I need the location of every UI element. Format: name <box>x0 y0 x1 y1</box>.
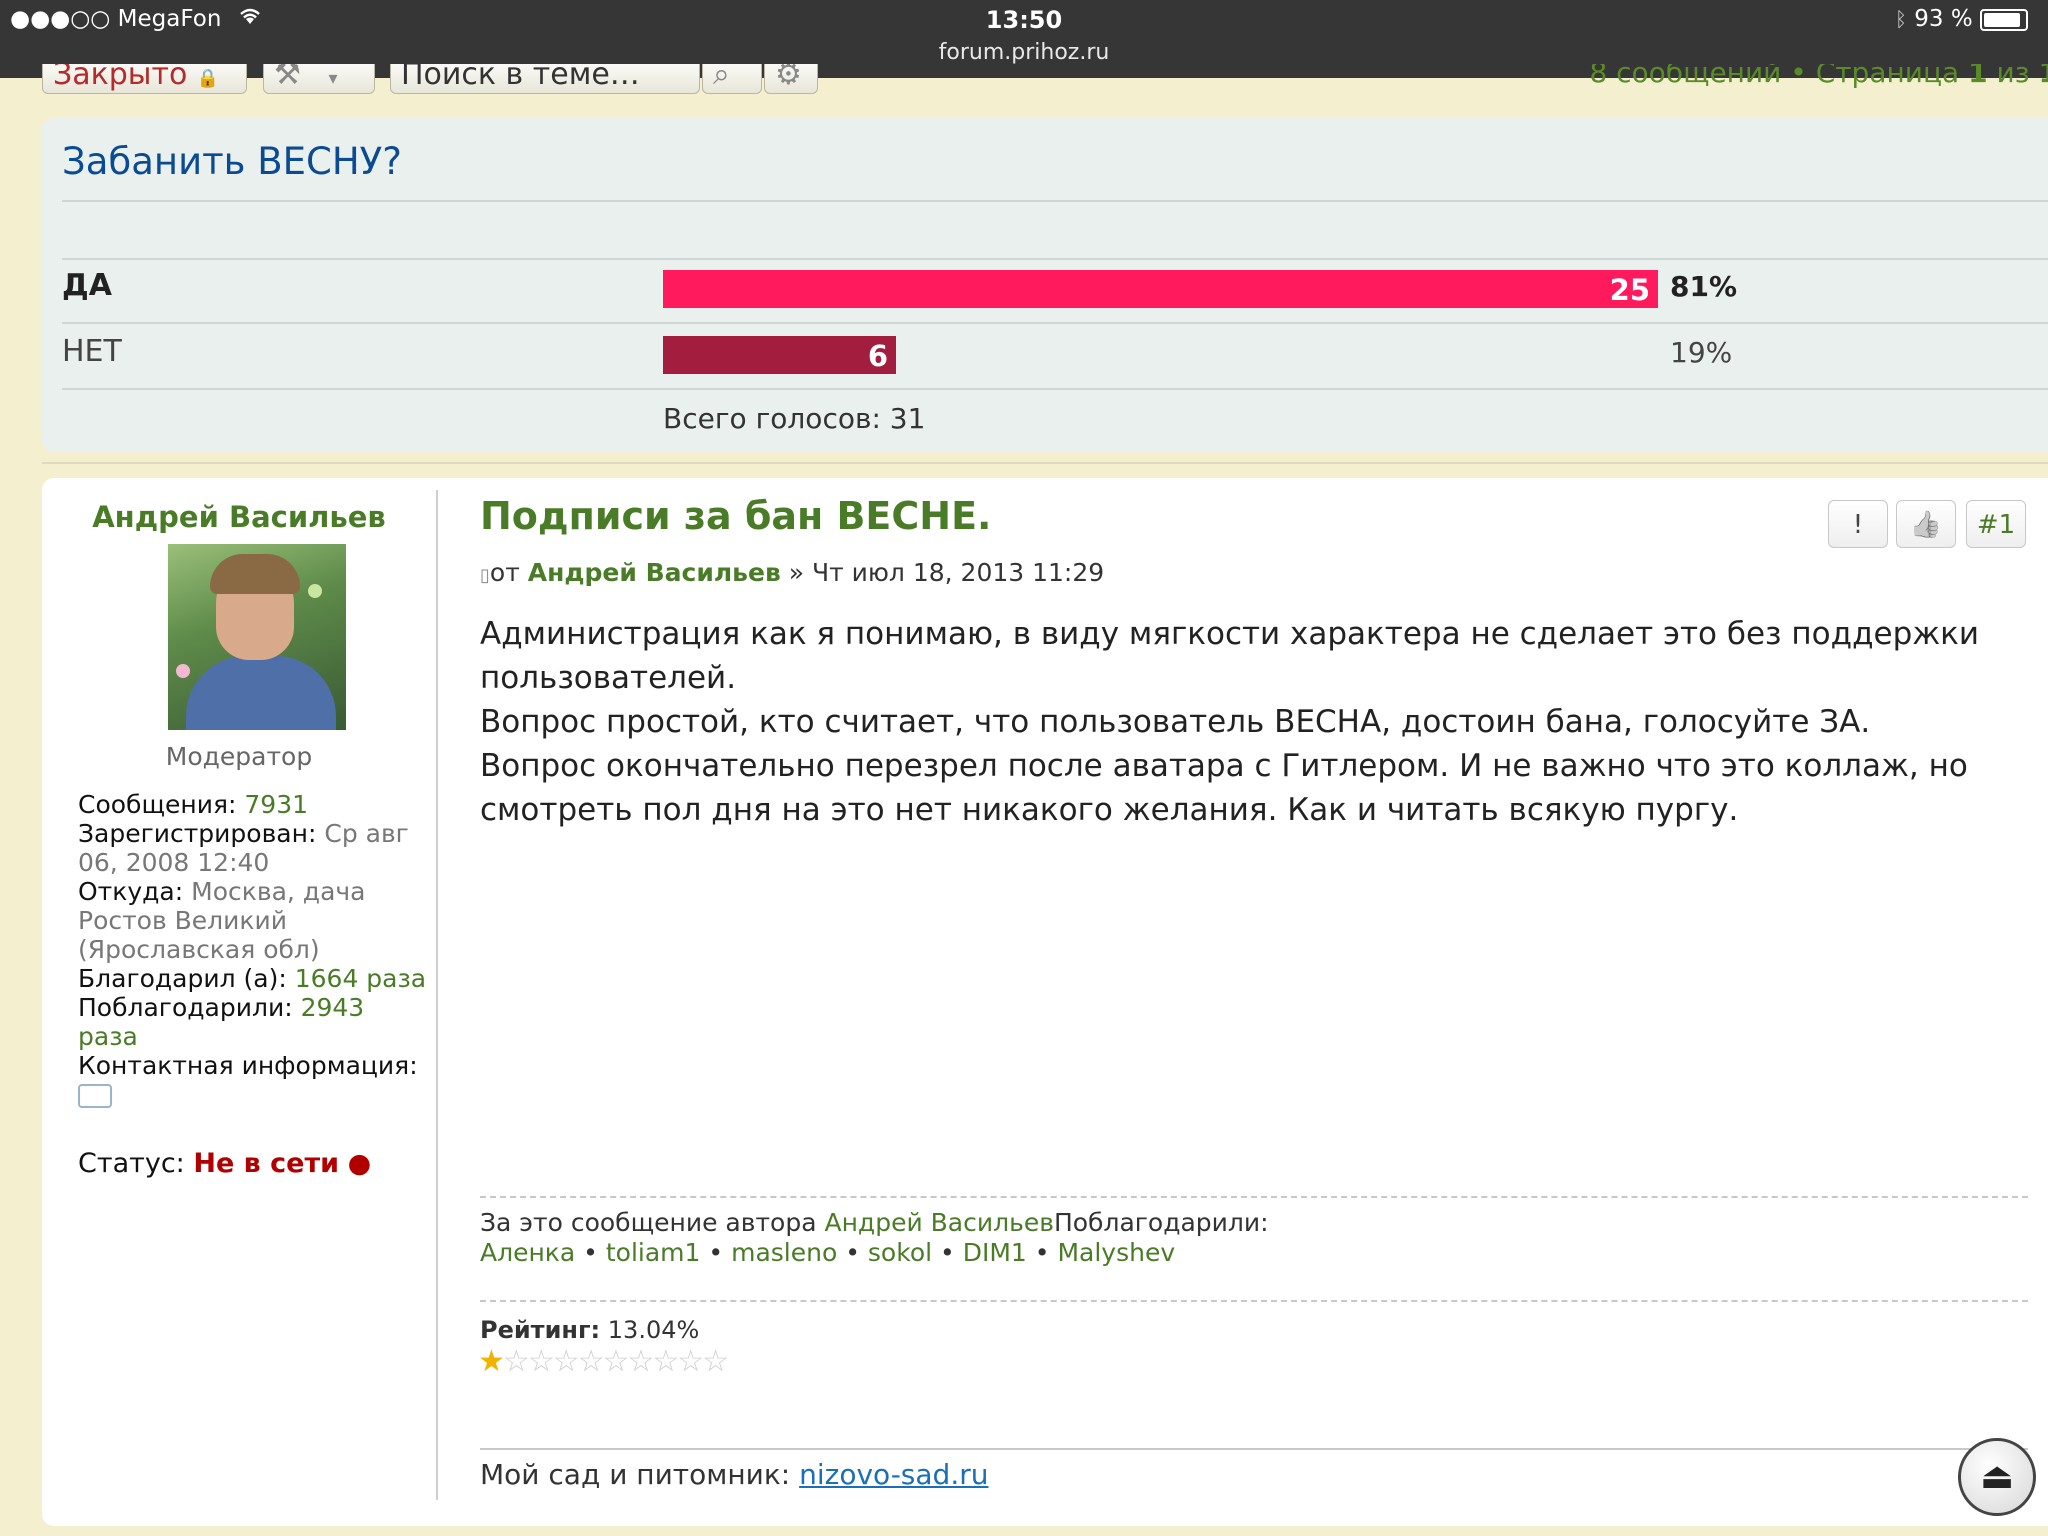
poll-title: Забанить ВЕСНУ? <box>62 140 402 183</box>
thanks-user-link[interactable]: Аленка <box>480 1238 575 1267</box>
star-icon[interactable]: ☆ <box>702 1344 729 1379</box>
dashed-divider <box>480 1300 2028 1302</box>
star-icon[interactable]: ☆ <box>503 1344 530 1379</box>
bluetooth-icon: ᛒ <box>1894 7 1907 31</box>
thanked-count[interactable]: 1664 раза <box>295 964 426 993</box>
thumbs-up-icon: 👍 <box>1909 510 1943 540</box>
post-author-link[interactable]: Андрей Васильев <box>528 558 781 587</box>
section-divider <box>42 462 2048 464</box>
dashed-divider <box>480 1196 2028 1198</box>
battery-percent: 93 % <box>1914 6 1973 32</box>
scroll-top-button[interactable]: ⏏ <box>1958 1438 2036 1516</box>
poll-divider <box>62 322 2048 324</box>
lock-icon: 🔒 <box>196 68 220 89</box>
author-profile: Сообщения: 7931 Зарегистрирован: Ср авг … <box>78 790 428 1114</box>
poll-option-percent: 19% <box>1670 336 1733 369</box>
star-icon[interactable]: ☆ <box>627 1344 654 1379</box>
topic-tools-button[interactable]: ⚒ ▾ <box>263 64 375 94</box>
like-button[interactable]: 👍 <box>1896 500 1956 548</box>
star-icon[interactable]: ★ <box>478 1344 505 1379</box>
post-meta: ▯от Андрей Васильев » Чт июл 18, 2013 11… <box>480 558 1105 587</box>
online-status: Статус: Не в сети ● <box>78 1148 372 1179</box>
topic-search-input[interactable]: Поиск в теме… <box>390 64 700 94</box>
thanks-user-link[interactable]: toliam1 <box>606 1238 701 1267</box>
star-icon[interactable]: ☆ <box>578 1344 605 1379</box>
poll-divider <box>62 200 2048 202</box>
signature-divider <box>480 1448 2028 1450</box>
thanks-block: За это сообщение автора Андрей ВасильевП… <box>480 1208 1269 1267</box>
avatar <box>168 544 346 730</box>
thanks-author-link[interactable]: Андрей Васильев <box>824 1208 1053 1237</box>
star-icon[interactable]: ☆ <box>553 1344 580 1379</box>
signature-link[interactable]: nizovo-sad.ru <box>799 1458 988 1491</box>
search-icon[interactable]: ⌕ <box>702 64 762 94</box>
column-divider <box>436 490 438 1500</box>
report-button[interactable]: ! <box>1828 500 1888 548</box>
poll-total-votes: Всего голосов: 31 <box>663 402 926 435</box>
eject-up-icon: ⏏ <box>1979 1456 2014 1497</box>
author-name[interactable]: Андрей Васильев <box>42 500 436 534</box>
thanks-user-link[interactable]: masleno <box>731 1238 837 1267</box>
status-right: ᛒ 93 % <box>1895 6 2028 32</box>
thanks-user-link[interactable]: Malyshev <box>1057 1238 1175 1267</box>
forum-post: Андрей Васильев Модератор Сообщения: 793… <box>42 478 2048 1526</box>
poll-option-label: ДА <box>62 268 112 303</box>
contact-icon[interactable] <box>78 1084 112 1108</box>
topic-toolbar: Закрыто 🔒 ⚒ ▾ Поиск в теме… ⌕ ⚙ 8 сообще… <box>0 64 2048 108</box>
poll-divider <box>62 388 2048 390</box>
offline-dot-icon: ● <box>347 1148 372 1179</box>
wrench-icon: ⚒ <box>274 64 301 92</box>
poll-option-label: НЕТ <box>62 334 122 369</box>
post-icon: ▯ <box>480 565 490 586</box>
chevron-down-icon: ▾ <box>328 68 338 89</box>
rating: Рейтинг: 13.04% <box>480 1316 700 1344</box>
post-date: Чт июл 18, 2013 11:29 <box>811 558 1105 587</box>
signature: Мой сад и питомник: nizovo-sad.ru <box>480 1458 989 1491</box>
address-bar[interactable]: forum.prihoz.ru <box>0 40 2048 65</box>
post-title[interactable]: Подписи за бан ВЕСНЕ. <box>480 494 991 538</box>
messages-count[interactable]: 7931 <box>244 790 308 819</box>
poll-option-bar: 25 <box>663 270 1658 308</box>
battery-icon <box>1980 8 2028 31</box>
thanks-user-link[interactable]: DIM1 <box>963 1238 1027 1267</box>
star-icon[interactable]: ☆ <box>603 1344 630 1379</box>
rating-stars[interactable]: ★☆☆☆☆☆☆☆☆☆ <box>478 1344 729 1379</box>
star-icon[interactable]: ☆ <box>677 1344 704 1379</box>
star-icon[interactable]: ☆ <box>528 1344 555 1379</box>
poll-panel: Забанить ВЕСНУ? ДА 25 81% НЕТ 6 19% Всег… <box>42 118 2048 452</box>
topic-closed-button[interactable]: Закрыто 🔒 <box>42 64 247 94</box>
pagination: 8 сообщений • Страница 1 из 1 <box>1589 64 2048 89</box>
poll-option-bar: 6 <box>663 336 896 374</box>
thanks-user-link[interactable]: sokol <box>868 1238 932 1267</box>
post-number-button[interactable]: #1 <box>1966 500 2026 548</box>
clock: 13:50 <box>985 6 1063 34</box>
author-rank: Модератор <box>165 742 313 771</box>
gear-icon[interactable]: ⚙ <box>764 64 818 94</box>
poll-divider <box>62 258 2048 260</box>
post-body: Администрация как я понимаю, в виду мягк… <box>480 616 1980 828</box>
star-icon[interactable]: ☆ <box>652 1344 679 1379</box>
poll-option-percent: 81% <box>1670 270 1738 303</box>
